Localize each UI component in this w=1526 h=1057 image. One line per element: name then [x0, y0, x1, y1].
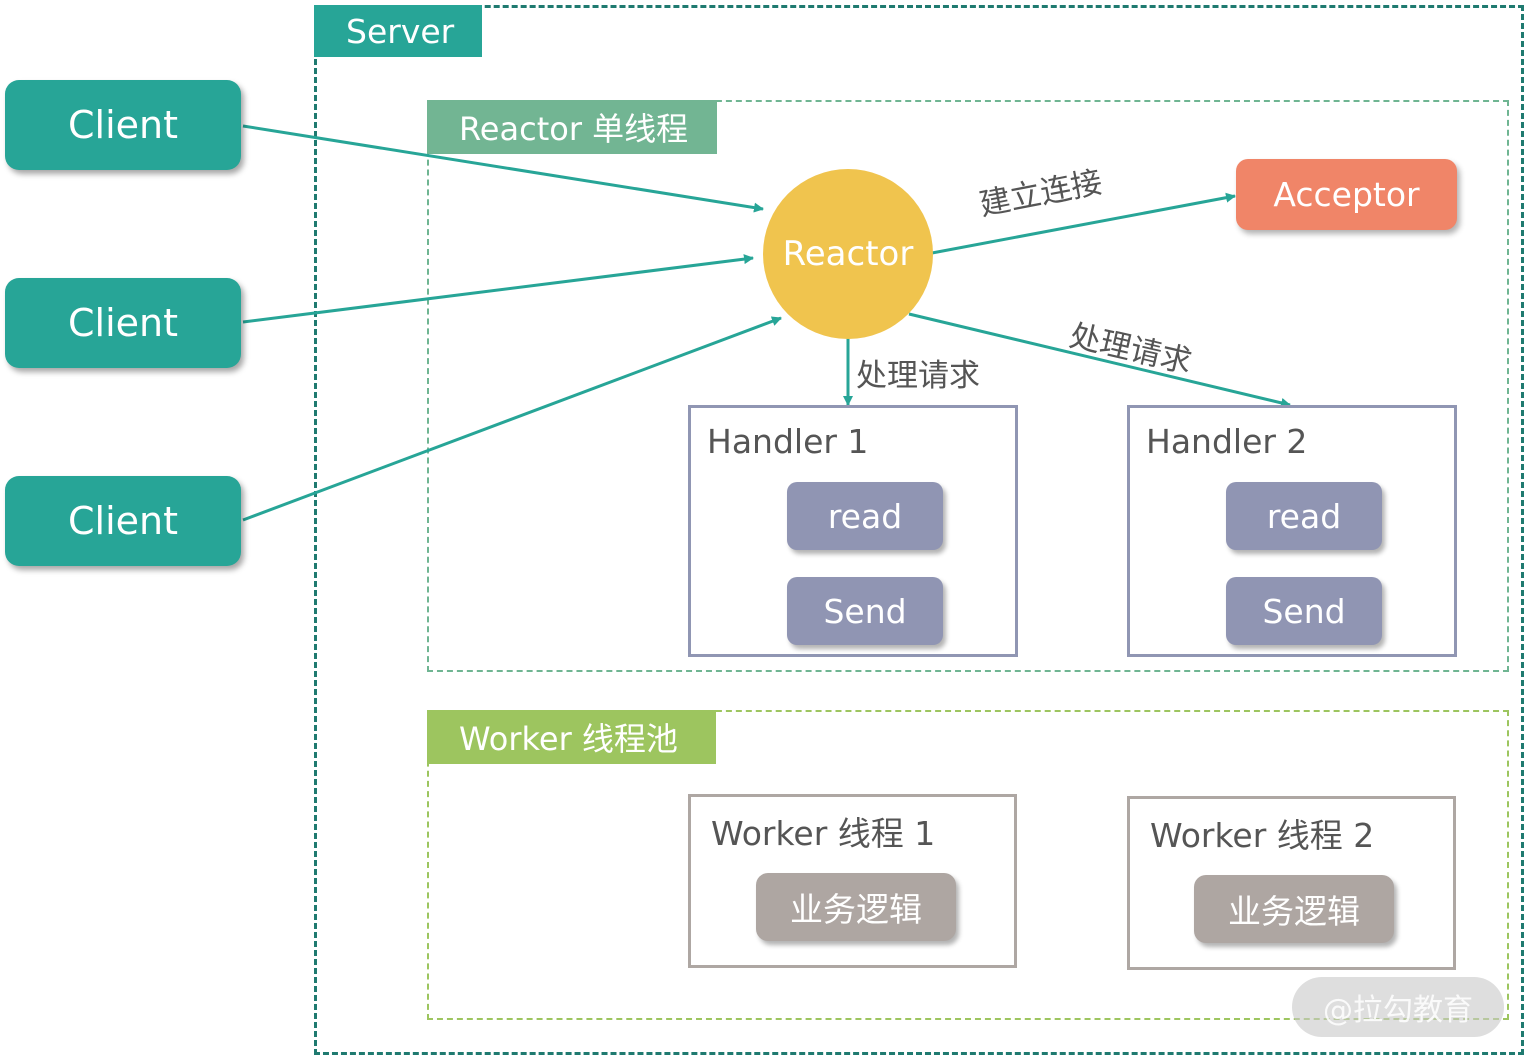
client-node-2: Client	[5, 278, 241, 368]
acceptor-node: Acceptor	[1236, 159, 1457, 230]
handler-op-send: Send	[787, 577, 943, 645]
watermark: @拉勾教育	[1292, 977, 1504, 1037]
handler-title: Handler 1	[707, 422, 869, 461]
worker-title: Worker 线程 2	[1150, 816, 1375, 855]
handler-box-1: Handler 1 read Send	[688, 405, 1018, 657]
handler-box-2: Handler 2 read Send	[1127, 405, 1457, 657]
client-node-3: Client	[5, 476, 241, 566]
worker-box-1: Worker 线程 1 业务逻辑	[688, 794, 1017, 968]
client-node-1: Client	[5, 80, 241, 170]
handler-op-send: Send	[1226, 577, 1382, 645]
arrow-client1-reactor	[242, 124, 764, 213]
reactor-node: Reactor	[763, 169, 933, 339]
handler-op-read: read	[787, 482, 943, 550]
edge-label-handle-1: 处理请求	[856, 358, 980, 394]
handler-op-read: read	[1226, 482, 1382, 550]
handler-title: Handler 2	[1146, 422, 1308, 461]
worker-title: Worker 线程 1	[711, 814, 936, 853]
worker-task-business-logic: 业务逻辑	[756, 873, 956, 941]
worker-box-2: Worker 线程 2 业务逻辑	[1127, 796, 1456, 970]
worker-task-business-logic: 业务逻辑	[1194, 875, 1394, 943]
arrow-client2-reactor	[242, 254, 754, 324]
